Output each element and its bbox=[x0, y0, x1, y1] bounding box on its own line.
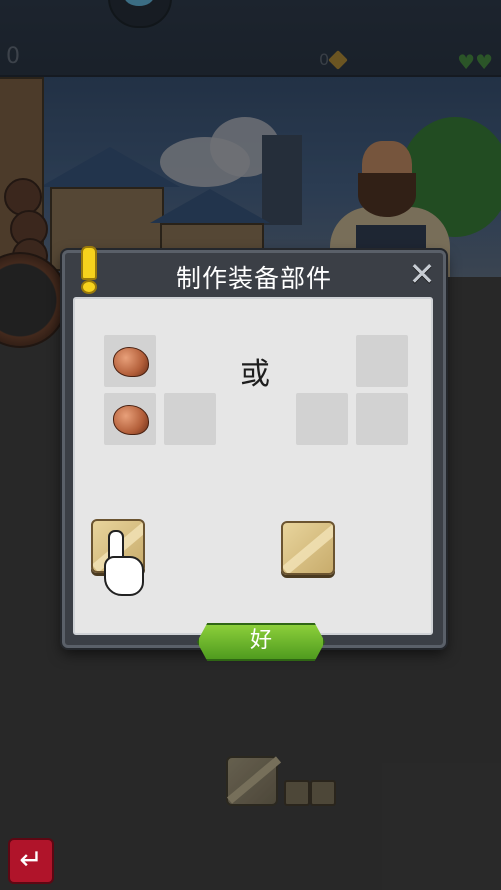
hand-palm bbox=[104, 556, 144, 596]
wood-plank-result-icon[interactable] bbox=[281, 521, 335, 575]
close-icon[interactable]: ✕ bbox=[407, 258, 437, 290]
game-screen: 0 0 ♥♥ 制作装备部件 ✕ 或 好 ↵ bbox=[0, 0, 501, 890]
empty-slot bbox=[356, 393, 408, 445]
empty-slot bbox=[296, 393, 348, 445]
ingredient-slot bbox=[104, 393, 156, 445]
dialog-title: 制作装备部件 bbox=[175, 264, 332, 293]
ingredient-slot bbox=[104, 335, 156, 387]
empty-slot bbox=[164, 393, 216, 445]
inventory-mini-icon[interactable] bbox=[284, 780, 310, 806]
inventory-mini-icon[interactable] bbox=[310, 780, 336, 806]
copper-ore-icon bbox=[113, 347, 149, 377]
copper-ore-icon bbox=[113, 405, 149, 435]
empty-slot bbox=[356, 335, 408, 387]
or-label: 或 bbox=[240, 357, 270, 392]
pointing-hand-icon bbox=[100, 530, 144, 596]
ok-button[interactable]: 好 bbox=[197, 623, 325, 661]
back-button[interactable]: ↵ bbox=[8, 838, 54, 884]
inventory-plank-icon[interactable] bbox=[226, 756, 278, 806]
